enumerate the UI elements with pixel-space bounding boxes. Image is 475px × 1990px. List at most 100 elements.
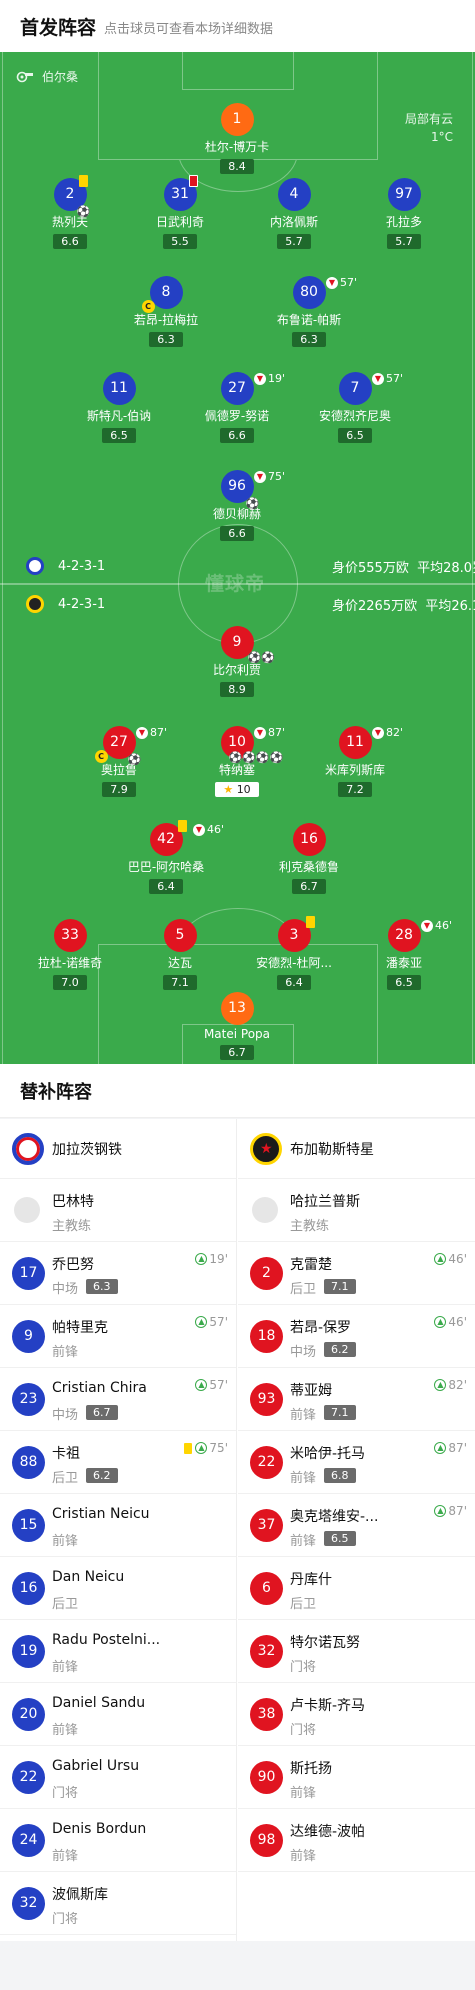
sub-player-row[interactable]: 88 卡祖 后卫 6.2 ▲ 75'	[0, 1431, 236, 1494]
sub-player-row[interactable]: 17 乔巴努 中场 6.3 ▲ 19'	[0, 1242, 236, 1305]
away-team-summary: 4-2-3-1 身价2265万欧 平均26.1岁	[26, 595, 475, 614]
player-name: 潘泰亚	[385, 956, 422, 970]
player-rating: 6.2	[324, 1342, 356, 1357]
player-marker[interactable]: 2 ⚽ 热列夫 6.6	[15, 175, 125, 249]
player-number: 2	[65, 186, 75, 202]
coach-row[interactable]: 哈拉兰普斯 主教练	[238, 1179, 475, 1242]
player-marker[interactable]: 11 斯特凡-伯讷 6.5	[64, 372, 174, 443]
player-marker[interactable]: 33 拉杜-诺维奇 7.0	[15, 919, 125, 990]
player-rating: 6.5	[338, 428, 372, 443]
player-marker[interactable]: 27 佩德罗-努诺 6.6 ▼ 19'	[182, 372, 292, 443]
player-number: 28	[387, 919, 421, 952]
player-position: 前锋	[52, 1345, 79, 1360]
sub-player-row[interactable]: 23 Cristian Chira 中场 6.7 ▲ 57'	[0, 1368, 236, 1431]
coach-row[interactable]: 巴林特 主教练	[0, 1179, 236, 1242]
sub-player-row[interactable]: 16 Dan Neicu 后卫	[0, 1557, 236, 1620]
player-name: 安德烈-杜阿...	[256, 956, 332, 970]
sub-player-row[interactable]: 15 Cristian Neicu 前锋	[0, 1494, 236, 1557]
sub-player-row[interactable]: 93 蒂亚姆 前锋 7.1 ▲ 82'	[238, 1368, 475, 1431]
player-rating: 6.8	[324, 1468, 356, 1483]
sub-off-icon: ▼	[254, 726, 266, 739]
sub-player-row[interactable]: 6 丹库什 后卫	[238, 1557, 475, 1620]
player-marker[interactable]: 4 内洛佩斯 5.7	[239, 178, 349, 249]
away-value: 身价2265万欧	[332, 599, 418, 614]
sub-on-icon: ▲	[195, 1379, 208, 1391]
sub-player-row[interactable]: 38 卢卡斯-齐马 门将	[238, 1683, 475, 1746]
sub-player-row[interactable]: 19 Radu Postelni... 前锋	[0, 1620, 236, 1683]
sub-on-icon: ▲	[195, 1442, 208, 1454]
sub-player-row[interactable]: 20 Daniel Sandu 前锋	[0, 1683, 236, 1746]
player-marker[interactable]: 8C 若昂-拉梅拉 6.3	[111, 276, 221, 347]
player-name: Dan Neicu	[52, 1569, 125, 1585]
sub-on-icon: ▲	[434, 1505, 447, 1517]
sub-off-minute: 75'	[268, 470, 286, 483]
player-name: 米哈伊-托马	[290, 1446, 366, 1462]
player-number: 38	[250, 1698, 283, 1731]
weather-temp: 1°C	[430, 130, 453, 144]
sub-on-time: ▲ 57'	[195, 1315, 228, 1329]
sub-player-row[interactable]: 32 特尔诺瓦努 门将	[238, 1620, 475, 1683]
sub-off-icon: ▼	[254, 372, 266, 385]
player-name: 安德烈齐尼奥	[318, 409, 391, 423]
sub-off-minute: 57'	[386, 372, 404, 385]
sub-on-icon: ▲	[434, 1316, 447, 1328]
player-name: Cristian Neicu	[52, 1506, 150, 1522]
player-rating: 10	[236, 783, 251, 796]
player-name: 乔巴努	[52, 1257, 94, 1273]
player-position: 前锋	[52, 1849, 79, 1864]
player-number: 96	[228, 478, 246, 494]
captain-icon: C	[141, 300, 155, 313]
sub-player-row[interactable]: 22 Gabriel Ursu 门将	[0, 1746, 236, 1809]
player-rating: 7.9	[102, 782, 136, 797]
player-marker[interactable]: 7 安德烈齐尼奥 6.5 ▼ 57'	[300, 372, 410, 443]
home-subs-column: 加拉茨钢铁 巴林特 主教练 17 乔巴努 中场 6.3 ▲ 19' 9 帕特里克 前锋 ▲ 57' 2…	[0, 1119, 237, 1941]
sub-player-row[interactable]: 98 达维德-波帕 前锋	[238, 1809, 475, 1872]
player-rating: 8.4	[220, 159, 254, 174]
player-marker[interactable]: 5 达瓦 7.1	[125, 919, 235, 990]
player-number: 22	[250, 1446, 283, 1479]
player-marker[interactable]: 97 孔拉多 5.7	[349, 178, 459, 249]
player-marker[interactable]: 11 米库列斯库 7.2 ▼ 82'	[300, 726, 410, 797]
player-marker[interactable]: 28 潘泰亚 6.5 ▼ 46'	[349, 919, 459, 990]
sub-player-row[interactable]: 90 斯托扬 前锋	[238, 1746, 475, 1809]
player-name: 斯托扬	[290, 1761, 332, 1777]
sub-player-row[interactable]: 24 Denis Bordun 前锋	[0, 1809, 236, 1872]
player-rating: 6.7	[220, 1045, 254, 1060]
player-marker[interactable]: 96 ⚽ 德贝柳赫 6.6 ▼ 75'	[182, 470, 292, 541]
player-rating: 7.1	[324, 1279, 356, 1294]
sub-player-row[interactable]: 18 若昂-保罗 中场 6.2 ▲ 46'	[238, 1305, 475, 1368]
player-number: 11	[338, 726, 372, 759]
sub-player-row[interactable]: 32 波佩斯库 门将	[0, 1872, 236, 1935]
player-marker[interactable]: 31 日武利奇 5.5	[125, 175, 235, 249]
player-marker[interactable]: 16 利克桑德鲁 6.7	[254, 823, 364, 894]
player-marker[interactable]: 9 ⚽⚽ 比尔利贾 8.9	[182, 626, 292, 697]
team-name: 加拉茨钢铁	[52, 1142, 122, 1158]
player-name: Cristian Chira	[52, 1380, 147, 1396]
home-team-logo-icon	[12, 1133, 44, 1165]
player-position: 前锋	[52, 1723, 79, 1738]
player-name: 蒂亚姆	[290, 1383, 332, 1399]
player-marker[interactable]: 10 ⚽⚽⚽⚽ 特纳塞 ★ 10 ▼ 87'	[182, 726, 292, 797]
player-name: 若昂-保罗	[290, 1320, 352, 1336]
player-marker[interactable]: 3 安德烈-杜阿... 6.4	[239, 916, 349, 990]
player-marker[interactable]: 1 杜尔-博万卡 8.4	[182, 103, 292, 174]
player-number: 8	[161, 284, 171, 300]
player-marker[interactable]: 80 布鲁诺-帕斯 6.3 ▼ 57'	[254, 276, 364, 347]
player-marker[interactable]: 13 Matei Popa 6.7	[182, 992, 292, 1060]
sub-on-time: ▲ 82'	[434, 1378, 467, 1392]
whistle-icon	[16, 71, 33, 82]
away-team-row[interactable]: ★ 布加勒斯特星	[238, 1119, 475, 1179]
player-number: 6	[250, 1572, 283, 1605]
home-team-row[interactable]: 加拉茨钢铁	[0, 1119, 236, 1179]
sub-player-row[interactable]: 37 奥克塔维安-... 前锋 6.5 ▲ 87'	[238, 1494, 475, 1557]
player-position: 门将	[52, 1912, 79, 1927]
player-marker[interactable]: 27 C ⚽ 奥拉鲁 7.9 ▼ 87'	[64, 726, 174, 797]
sub-player-row[interactable]: 22 米哈伊-托马 前锋 6.8 ▲ 87'	[238, 1431, 475, 1494]
player-marker[interactable]: 42 巴巴-阿尔哈桑 6.4 ▼ 46'	[111, 820, 224, 894]
player-position: 中场	[52, 1282, 79, 1297]
subs-title: 替补阵容	[20, 1081, 92, 1103]
player-rating: 7.0	[53, 975, 87, 990]
sub-player-row[interactable]: 2 克雷楚 后卫 7.1 ▲ 46'	[238, 1242, 475, 1305]
player-name: 达瓦	[167, 956, 192, 970]
sub-player-row[interactable]: 9 帕特里克 前锋 ▲ 57'	[0, 1305, 236, 1368]
